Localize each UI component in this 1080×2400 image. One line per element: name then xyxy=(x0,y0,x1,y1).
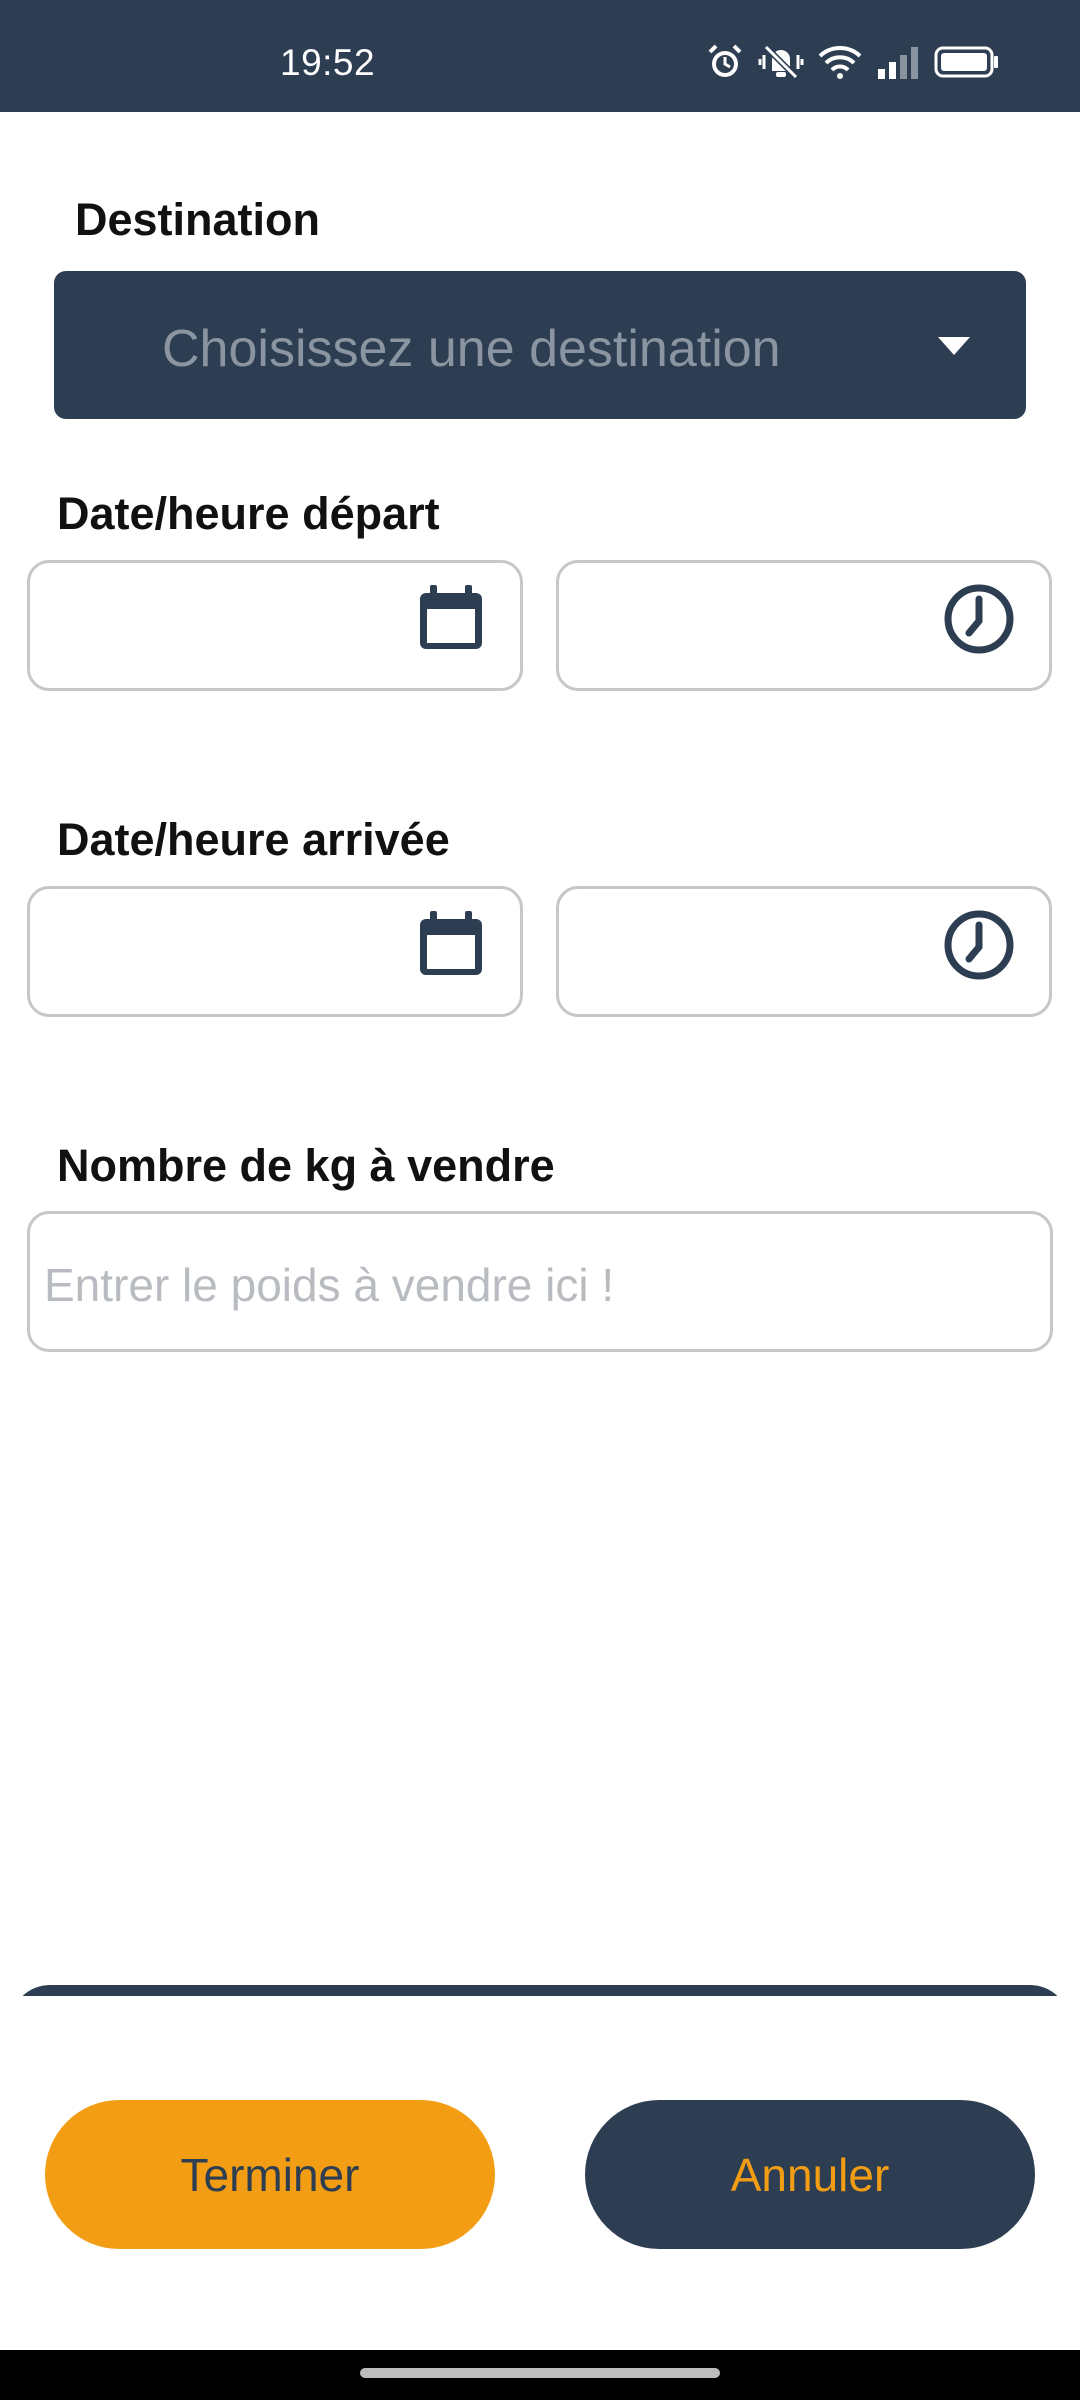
departure-date-field[interactable] xyxy=(27,560,523,691)
arrival-time-field[interactable] xyxy=(556,886,1052,1017)
arrival-label: Date/heure arrivée xyxy=(57,814,450,865)
clock-icon[interactable] xyxy=(943,583,1015,655)
status-bar: 19:52 xyxy=(0,0,1080,112)
status-time: 19:52 xyxy=(280,42,376,83)
destination-label: Destination xyxy=(75,194,321,245)
alarm-icon xyxy=(708,44,742,77)
calendar-icon[interactable] xyxy=(416,909,486,979)
navigation-bar xyxy=(0,2350,1080,2400)
calendar-icon[interactable] xyxy=(416,583,486,653)
home-indicator[interactable] xyxy=(360,2368,720,2378)
departure-label: Date/heure départ xyxy=(57,488,440,539)
finish-button[interactable]: Terminer xyxy=(45,2100,495,2249)
mute-vibrate-icon xyxy=(758,44,804,80)
wifi-icon xyxy=(818,46,862,79)
status-icons xyxy=(706,42,1000,82)
weight-input[interactable]: Entrer le poids à vendre ici ! xyxy=(27,1211,1053,1352)
chevron-down-icon xyxy=(938,337,970,355)
weight-label: Nombre de kg à vendre xyxy=(57,1140,555,1191)
destination-dropdown[interactable]: Choisissez une destination xyxy=(54,271,1026,419)
battery-icon xyxy=(934,46,998,78)
departure-time-field[interactable] xyxy=(556,560,1052,691)
clock-icon[interactable] xyxy=(943,909,1015,981)
signal-icon xyxy=(878,47,918,79)
arrival-date-field[interactable] xyxy=(27,886,523,1017)
cancel-button[interactable]: Annuler xyxy=(585,2100,1035,2249)
weight-placeholder: Entrer le poids à vendre ici ! xyxy=(44,1259,615,1311)
destination-placeholder: Choisissez une destination xyxy=(162,320,781,378)
